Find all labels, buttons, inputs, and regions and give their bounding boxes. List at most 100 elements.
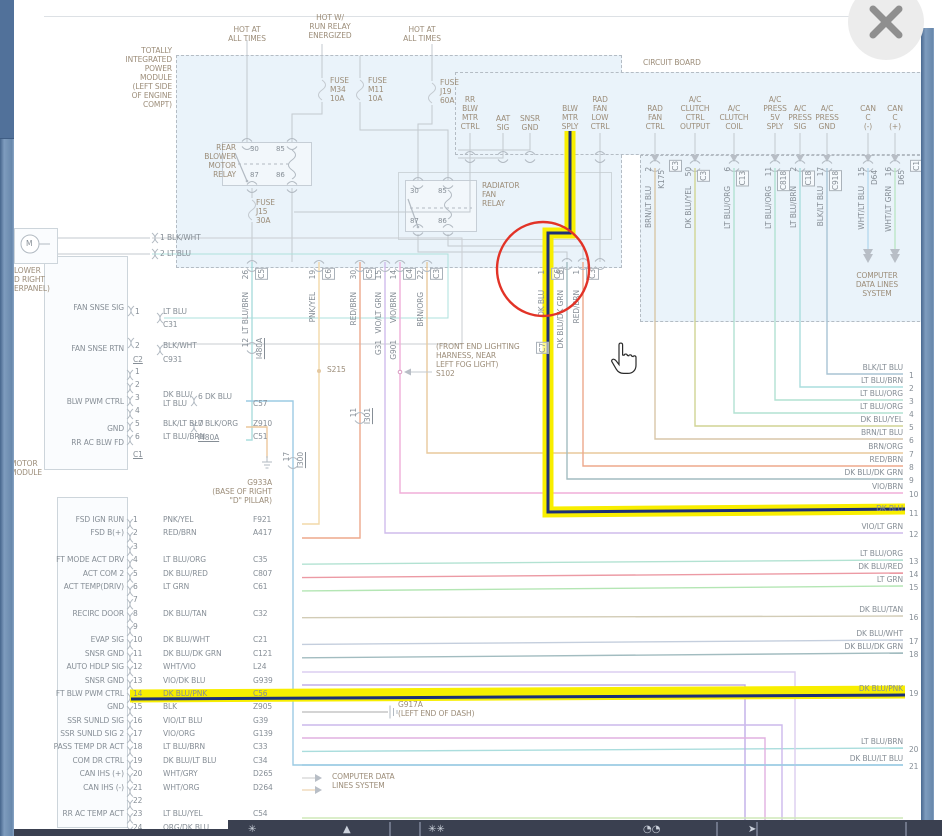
wire [130,435,133,445]
relay-pin: 86 [276,171,285,180]
cb-wire-pin: 2 [644,167,653,172]
wire [131,306,134,316]
connector-code: D264 [253,783,273,792]
pin-number: 2 [133,528,138,537]
connector-code: C1 [133,450,143,459]
wire [130,422,133,432]
mid-wire-code: C5 [255,268,268,280]
wire [194,396,197,406]
cb-wire-code: C3 [697,170,710,182]
mid-wire-pin: 15 [374,270,383,279]
module-b-label: AUTO HDLP SIG [14,662,124,671]
wire [498,160,508,163]
pin-number: 17 [133,729,142,738]
pin-number: 8 [133,609,138,618]
wire-color: VIO/ORG [163,729,195,738]
wire-color: DK BLU/RED [163,569,208,578]
pin-number: 6 [133,582,138,591]
connector-code: C34 [253,756,267,765]
mid-wire-color: BRN/ORG [416,292,425,327]
left-scrollbar-thumb[interactable] [0,0,14,139]
module-b-label: SNSR GND [14,676,124,685]
wire [235,153,247,181]
computer-data-lines-right: COMPUTER DATA LINES SYSTEM [840,271,914,298]
module-b-label: ACT TEMP(DRIV) [14,582,124,591]
cb-pin-label: CAN C (+) [872,104,918,131]
right-row-label: BRN/LT BLU [753,428,903,437]
wire [287,147,297,150]
module-b-label: GND [14,702,124,711]
pin-number: 4 [135,406,140,415]
cb-wire-color: LT BLU/ORG [764,186,773,229]
right-row-label: DK BLU/DK GRN [753,468,903,477]
node [417,226,420,229]
wire [249,200,256,220]
wire [289,150,296,179]
cb-wire-code: C918 [829,170,842,191]
right-row-number: 21 [909,762,918,771]
toolbar-icon[interactable]: ▲ [343,825,351,835]
rear-blower-relay-label: REAR BLOWER MOTOR RELAY [178,143,236,179]
right-scrollbar[interactable] [921,28,934,836]
module-a-label: RR AC BLW FD [14,438,124,447]
mid-wire-color: VIO/BRN [389,292,398,323]
right-row-label: RED/BRN [753,455,903,464]
arrow-icon [404,369,411,376]
right-row-label: DK BLU [753,504,903,513]
left-scrollbar[interactable] [0,0,14,836]
pin-number: 1 [135,307,140,316]
pin-number: 21 [133,783,142,792]
wire-color: 7 BLK/ORG [198,419,238,428]
connector-code: G939 [253,676,273,685]
toolbar-icon[interactable]: ✳✳ [428,825,445,835]
mid-ground-code: G901 [389,340,398,360]
bottom-toolbar[interactable]: ✳ ▲ ✳✳ ◔◔ ➤ [228,820,942,836]
toolbar-icon[interactable]: ✳ [248,825,256,835]
radiator-fan-relay-label: RADIATOR FAN RELAY [482,181,519,208]
wire-color: DK BLU/ LT BLU [163,390,192,408]
right-row-number: 18 [909,650,918,659]
pin-number: 2 [135,380,140,389]
mid-sub-code: I480A [255,338,264,359]
connector-code: Z910 [253,419,272,428]
wiring-diagram: TOTALLY INTEGRATED POWER MODULE (LEFT SI… [0,0,942,836]
module-b-label: RECIRC DOOR [14,609,124,618]
relay-pin: 87 [410,217,419,226]
mid-wire-pin: 22 [416,270,425,279]
wire [302,748,903,751]
right-row-label: DK BLU/YEL [753,415,903,424]
toolbar-icon[interactable]: ◔◔ [643,825,660,835]
bottom-toolbar-left[interactable] [14,829,228,836]
pin-number: 6 [135,432,140,441]
wire [357,80,364,100]
wire-color: DK BLU/DK GRN [163,649,221,658]
wire [294,133,470,212]
cb-wire-pin: 16 [884,167,893,176]
right-row-number: 14 [909,570,918,579]
motor-module-name: MOTOR MODULE [10,459,42,477]
module-b-label: SNSR GND [14,649,124,658]
wire [152,254,448,318]
module-b-label: RR AC TEMP ACT [14,809,124,818]
pin-number: 13 [133,676,142,685]
right-row-label: BRN/ORG [753,442,903,451]
node [317,369,321,373]
toolbar-icon[interactable]: ➤ [748,825,756,835]
right-row-number: 6 [909,436,914,445]
arrow-icon [890,254,900,263]
cb-wire-color: WHT/LT BLU [857,186,866,230]
right-row-number: 1 [909,371,914,380]
module-b-label: FT MODE ACT DRV [14,555,124,564]
wire [131,338,134,348]
mid-wire-pin: 14 [389,270,398,279]
module-b-label: EVAP SIG [14,635,124,644]
close-button[interactable] [848,0,924,60]
fuse-m11-label: FUSE M11 10A [368,76,387,103]
cb-wire-code: C3 [669,160,682,172]
relay-pin: 86 [438,217,447,226]
cb-wire-code: D64 [870,170,879,185]
module-a-label: BLW PWM CTRL [14,397,124,406]
arrow-icon [315,786,322,794]
wire [287,182,297,185]
wire [302,653,903,658]
